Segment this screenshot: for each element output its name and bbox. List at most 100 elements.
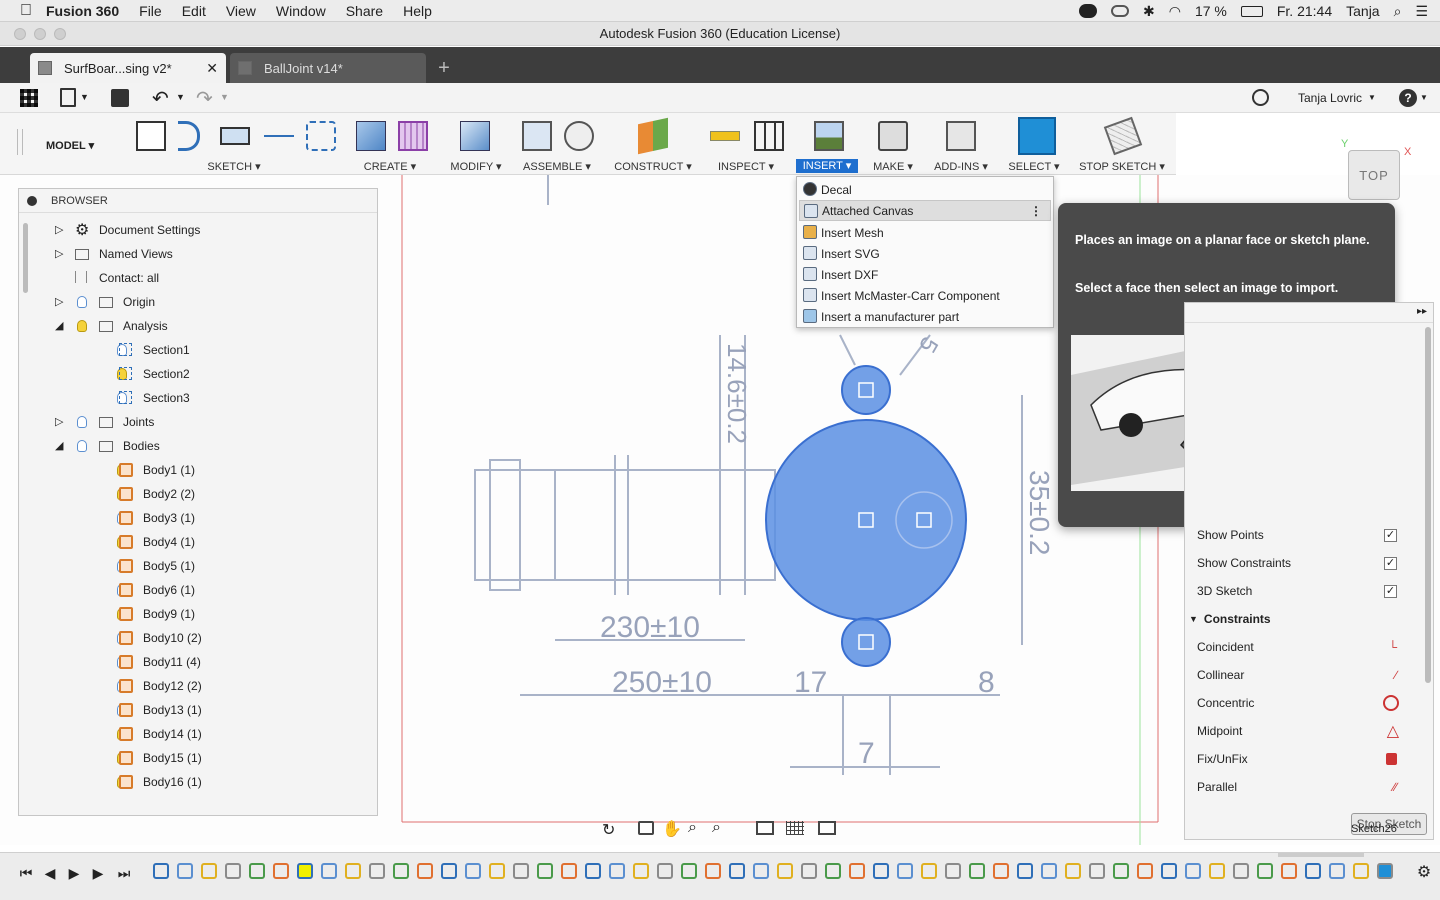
timeline-feature[interactable] xyxy=(441,863,457,879)
timeline-feature[interactable] xyxy=(225,863,241,879)
insert-menu[interactable]: INSERT ▾ xyxy=(796,159,858,173)
chevron-down-icon[interactable]: ▼ xyxy=(1368,93,1376,102)
timeline-feature[interactable] xyxy=(1353,863,1369,879)
menu-app[interactable]: Fusion 360 xyxy=(46,3,119,19)
timeline-feature[interactable] xyxy=(705,863,721,879)
data-panel-icon[interactable] xyxy=(20,89,38,107)
line-icon[interactable] xyxy=(178,121,200,151)
timeline-feature[interactable] xyxy=(1233,863,1249,879)
menu-item-insert-manufacturer-part[interactable]: Insert a manufacturer part xyxy=(799,306,1051,327)
timeline-feature[interactable] xyxy=(609,863,625,879)
step-forward-icon[interactable]: ▶ xyxy=(90,865,106,881)
zoom-icon[interactable]: ⌕ xyxy=(688,819,697,837)
select-icon[interactable] xyxy=(1018,117,1056,155)
browser-node[interactable]: ◢ Bodies xyxy=(19,434,359,458)
job-status-icon[interactable] xyxy=(1252,89,1269,106)
visibility-bulb-icon[interactable] xyxy=(77,416,87,428)
timeline-feature[interactable] xyxy=(1185,863,1201,879)
constraint-parallel[interactable]: Parallel ∕∕ xyxy=(1197,773,1427,801)
lower-mount-hole[interactable] xyxy=(841,617,891,667)
timeline-feature[interactable] xyxy=(561,863,577,879)
collapsed-triangle-icon[interactable]: ▷ xyxy=(55,249,65,260)
timeline-feature[interactable] xyxy=(297,863,313,879)
redo-icon[interactable]: ↷ xyxy=(196,86,213,111)
menu-file[interactable]: File xyxy=(139,3,162,19)
timeline-feature[interactable] xyxy=(1329,863,1345,879)
timeline-feature[interactable] xyxy=(921,863,937,879)
browser-node[interactable]: Body6 (1) xyxy=(19,578,359,602)
play-icon[interactable]: ▶ xyxy=(66,865,82,881)
extrude-icon[interactable] xyxy=(356,121,386,151)
construct-menu[interactable]: CONSTRUCT ▾ xyxy=(606,160,700,173)
3d-sketch-checkbox[interactable]: ✓ xyxy=(1384,584,1397,598)
3d-print-icon[interactable] xyxy=(878,121,908,151)
menu-window[interactable]: Window xyxy=(276,3,326,19)
timeline-feature[interactable] xyxy=(801,863,817,879)
chevron-down-icon[interactable]: ▼ xyxy=(1420,93,1428,102)
menu-item-insert-dxf[interactable]: Insert DXF xyxy=(799,264,1051,285)
menu-item-insert-svg[interactable]: Insert SVG xyxy=(799,243,1051,264)
browser-node[interactable]: Contact: all xyxy=(19,266,359,290)
visibility-bulb-icon[interactable] xyxy=(77,440,87,452)
browser-node[interactable]: Body4 (1) xyxy=(19,530,359,554)
constraints-section-header[interactable]: ▼ Constraints xyxy=(1189,605,1419,633)
timeline-feature[interactable] xyxy=(681,863,697,879)
apple-icon[interactable]:  xyxy=(20,2,36,19)
timeline-feature[interactable] xyxy=(849,863,865,879)
timeline-feature[interactable] xyxy=(1089,863,1105,879)
timeline-feature[interactable] xyxy=(489,863,505,879)
timeline-feature[interactable] xyxy=(513,863,529,879)
browser-node[interactable]: Body1 (1) xyxy=(19,458,359,482)
addins-menu[interactable]: ADD-INS ▾ xyxy=(928,160,994,173)
browser-node[interactable]: ▷ ⚙ Document Settings xyxy=(19,218,359,242)
make-menu[interactable]: MAKE ▾ xyxy=(864,160,922,173)
zoom-window-button[interactable] xyxy=(54,28,66,40)
inspect-menu[interactable]: INSPECT ▾ xyxy=(702,160,790,173)
undo-icon[interactable]: ↶ xyxy=(152,86,169,111)
timeline-feature[interactable] xyxy=(1113,863,1129,879)
browser-node[interactable]: Body15 (1) xyxy=(19,746,359,770)
menu-help[interactable]: Help xyxy=(403,3,432,19)
offset-plane-icon[interactable] xyxy=(638,117,668,155)
browser-node[interactable]: Body3 (1) xyxy=(19,506,359,530)
project-icon[interactable] xyxy=(264,135,294,137)
collapsed-triangle-icon[interactable]: ▷ xyxy=(55,225,65,236)
timeline-feature[interactable] xyxy=(897,863,913,879)
palette-scrollbar[interactable] xyxy=(1425,327,1431,683)
display-settings-icon[interactable] xyxy=(756,821,774,835)
user-account-menu[interactable]: Tanja Lovric xyxy=(1298,91,1362,105)
timeline-feature[interactable] xyxy=(1257,863,1273,879)
workspace-switcher[interactable]: MODEL ▾ xyxy=(46,139,94,152)
browser-node[interactable]: ◢ Analysis xyxy=(19,314,359,338)
expanded-triangle-icon[interactable]: ◢ xyxy=(55,441,65,452)
collapsed-triangle-icon[interactable]: ▷ xyxy=(55,297,65,308)
timeline-settings-icon[interactable]: ⚙ xyxy=(1416,865,1432,881)
select-menu[interactable]: SELECT ▾ xyxy=(1002,160,1066,173)
selected-circle-face[interactable] xyxy=(765,419,967,621)
timeline-scrollbar[interactable] xyxy=(1278,853,1364,857)
close-window-button[interactable] xyxy=(14,28,26,40)
step-back-icon[interactable]: ◀ xyxy=(42,865,58,881)
tab-surfboard[interactable]: SurfBoar...sing v2* ✕ xyxy=(30,53,226,83)
browser-node[interactable]: Section3 xyxy=(19,386,359,410)
browser-node[interactable]: ▷ Joints xyxy=(19,410,359,434)
timeline-feature[interactable] xyxy=(1209,863,1225,879)
section-analysis-icon[interactable] xyxy=(754,121,784,151)
timeline-feature[interactable] xyxy=(345,863,361,879)
timeline-feature[interactable] xyxy=(993,863,1009,879)
viewports-icon[interactable] xyxy=(818,821,836,835)
wifi-icon[interactable]: ◠ xyxy=(1169,3,1181,20)
upper-mount-hole[interactable] xyxy=(841,365,891,415)
scripts-addins-icon[interactable] xyxy=(946,121,976,151)
joint-icon[interactable] xyxy=(564,121,594,151)
close-tab-icon[interactable]: ✕ xyxy=(206,60,218,77)
file-icon[interactable] xyxy=(60,88,76,107)
menu-item-insert-mcmaster[interactable]: Insert McMaster-Carr Component xyxy=(799,285,1051,306)
timeline-feature[interactable] xyxy=(825,863,841,879)
insert-image-icon[interactable] xyxy=(814,121,844,151)
constraint-midpoint[interactable]: Midpoint △ xyxy=(1197,717,1427,745)
timeline-feature[interactable] xyxy=(1305,863,1321,879)
tab-balljoint[interactable]: BallJoint v14* xyxy=(230,53,426,83)
assemble-menu[interactable]: ASSEMBLE ▾ xyxy=(514,160,600,173)
browser-node[interactable]: Body13 (1) xyxy=(19,698,359,722)
